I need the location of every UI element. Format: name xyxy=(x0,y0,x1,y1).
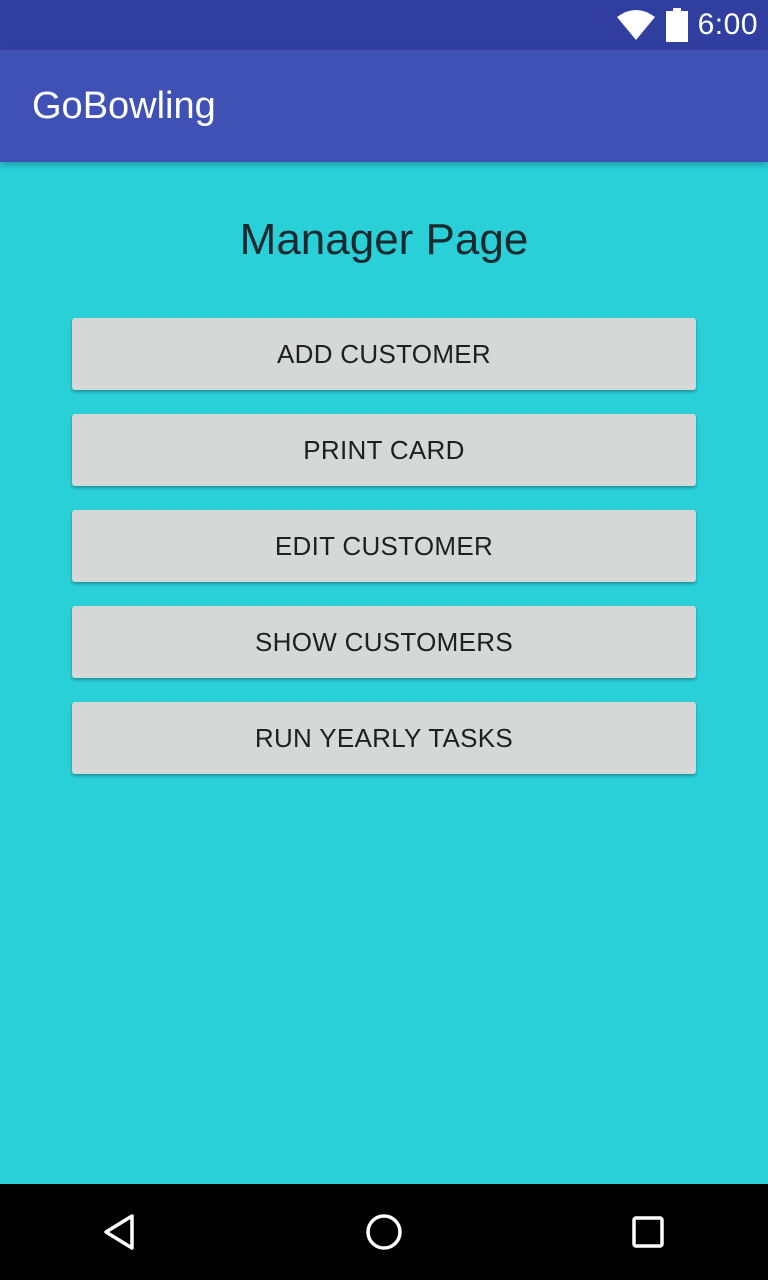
battery-icon xyxy=(665,8,688,42)
add-customer-button[interactable]: ADD CUSTOMER xyxy=(72,318,696,390)
recents-button[interactable] xyxy=(600,1184,696,1280)
show-customers-button[interactable]: SHOW CUSTOMERS xyxy=(72,606,696,678)
run-yearly-tasks-button[interactable]: RUN YEARLY TASKS xyxy=(72,702,696,774)
wifi-icon xyxy=(616,9,656,41)
screen: 6:00 GoBowling Manager Page ADD CUSTOMER… xyxy=(0,0,768,1280)
app-title: GoBowling xyxy=(32,85,216,127)
page-title: Manager Page xyxy=(239,215,529,264)
status-time: 6:00 xyxy=(697,8,758,41)
recents-icon xyxy=(628,1212,668,1252)
home-icon xyxy=(364,1212,404,1252)
back-icon xyxy=(100,1212,140,1252)
navigation-bar xyxy=(0,1184,768,1280)
edit-customer-button[interactable]: EDIT CUSTOMER xyxy=(72,510,696,582)
status-bar: 6:00 xyxy=(0,0,768,50)
home-button[interactable] xyxy=(336,1184,432,1280)
app-bar: GoBowling xyxy=(0,50,768,162)
status-icons: 6:00 xyxy=(616,0,758,50)
back-button[interactable] xyxy=(72,1184,168,1280)
print-card-button[interactable]: PRINT CARD xyxy=(72,414,696,486)
